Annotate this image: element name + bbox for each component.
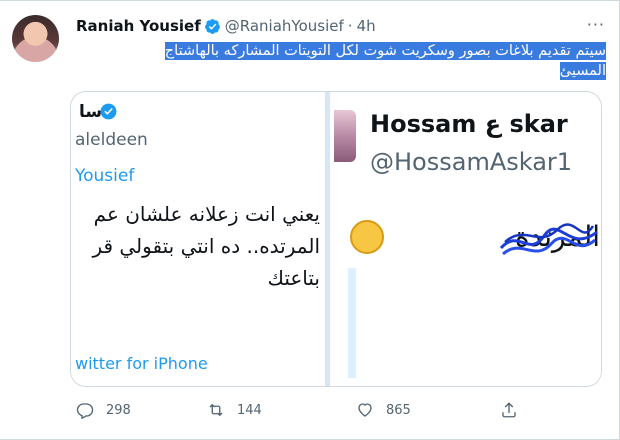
separator-dot: · <box>347 17 353 35</box>
more-options-icon[interactable]: ··· <box>587 15 605 34</box>
embedded-verified-icon <box>100 103 117 120</box>
tweet-media[interactable]: سا aleldeen Yousief يعني انت زعلانه علشا… <box>70 91 602 387</box>
embedded-edge-right <box>348 268 356 378</box>
retweet-count: 144 <box>237 402 262 418</box>
retweet-button[interactable]: 144 <box>207 401 262 419</box>
tweet-header: Raniah Yousief @RaniahYousief · 4h <box>76 15 376 37</box>
heart-icon <box>358 403 372 417</box>
tweet-card[interactable]: Raniah Yousief @RaniahYousief · 4h ··· س… <box>0 0 620 440</box>
reply-icon <box>76 403 94 419</box>
embedded-handle: aleldeen <box>75 130 148 150</box>
rolling-on-floor-laughing-icon <box>350 220 384 254</box>
like-count: 865 <box>386 402 411 418</box>
reply-button[interactable]: 298 <box>76 401 131 419</box>
retweet-icon <box>209 403 223 417</box>
tweet-text: سيتم تقديم بلاغات بصور وسكريت شوت لكل ال… <box>116 41 606 81</box>
share-button[interactable] <box>500 401 530 419</box>
embedded-body-line: يعني انت زعلانه علشان عم <box>93 202 320 226</box>
tweet-time[interactable]: 4h <box>357 17 376 35</box>
embedded-body-line: بتاعتك <box>267 266 320 290</box>
verified-badge-icon <box>204 18 220 34</box>
like-button[interactable]: 865 <box>356 401 411 419</box>
media-image-left[interactable]: سا aleldeen Yousief يعني انت زعلانه علشا… <box>71 92 330 386</box>
embedded-source: witter for iPhone <box>75 354 208 373</box>
author-display-name[interactable]: Raniah Yousief <box>76 17 201 35</box>
reply-count: 298 <box>106 402 131 418</box>
embedded-reply-to: Yousief <box>75 166 135 186</box>
embedded-handle-right: @HossamAskar1 <box>370 148 573 176</box>
scribble-redaction <box>499 223 598 256</box>
share-icon <box>502 402 516 418</box>
author-handle[interactable]: @RaniahYousief <box>225 17 344 35</box>
media-image-right[interactable]: Hossam ع skar @HossamAskar1 المرتدة <box>334 92 601 386</box>
author-avatar[interactable] <box>12 15 59 62</box>
embedded-body-line: المرتده.. ده انتي بتقولي قر <box>92 234 320 258</box>
embedded-name-right: Hossam ع skar <box>370 110 568 138</box>
tweet-text-selection: سيتم تقديم بلاغات بصور وسكريت شوت لكل ال… <box>164 42 606 80</box>
embedded-avatar <box>334 110 356 162</box>
embedded-body: يعني انت زعلانه علشان عم المرتده.. ده ان… <box>71 198 330 294</box>
tweet-actions: 298 144 865 <box>76 401 606 423</box>
